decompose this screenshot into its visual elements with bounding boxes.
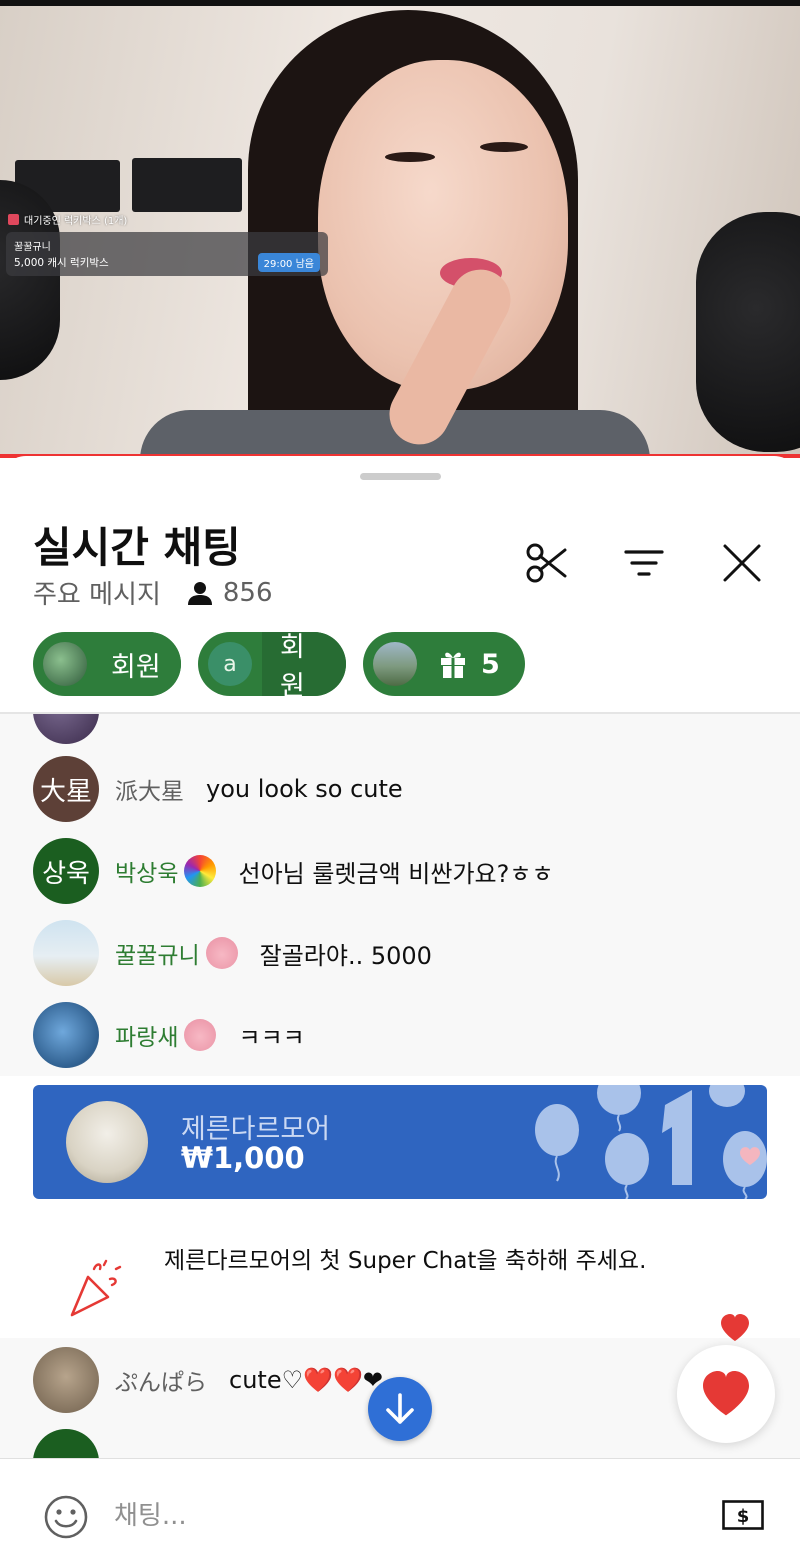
chat-message[interactable]: 파랑새 ㅋㅋㅋ [33, 1002, 305, 1068]
super-chat-amount: ₩1,000 [181, 1141, 305, 1175]
chat-input-bar: $ [0, 1458, 800, 1560]
chat-message[interactable]: 꿀꿀규니 잘골라야.. 5000 [33, 920, 432, 986]
chat-message-partial [33, 1429, 99, 1458]
microphone-left [0, 180, 60, 380]
chat-message-list[interactable]: 大星 派大星 you look so cute 상욱 박상욱 선아님 룰렛금액 … [0, 714, 800, 1076]
lucky-box-timer: 29:00 남음 [257, 253, 320, 272]
chip-avatar: a [208, 642, 252, 686]
chat-avatar: 大星 [33, 756, 99, 822]
scissors-icon [526, 543, 567, 583]
lucky-box-user: 꿀꿀규니 [14, 242, 51, 253]
chat-author: 派大星 [115, 779, 184, 805]
streamer-eye [480, 142, 528, 152]
super-chat-congrats: 제른다르모어의 첫 Super Chat을 축하해 주세요. [0, 1199, 800, 1338]
lucky-box-amount: 5,000 캐시 럭키박스 [14, 257, 109, 269]
chat-mode-selector[interactable]: 주요 메시지 856 [33, 574, 273, 611]
chip-label: 회원 [280, 632, 305, 696]
gift-chip[interactable]: 5 [363, 632, 525, 696]
member-badge-icon [205, 937, 238, 969]
drag-handle[interactable] [360, 473, 441, 480]
chat-mode-label: 주요 메시지 [33, 580, 161, 610]
chat-avatar [33, 1002, 99, 1068]
gift-icon [441, 652, 465, 678]
chip-avatar [43, 642, 87, 686]
chat-author: 박상욱 [115, 861, 179, 887]
lucky-box-card[interactable]: 꿀꿀규니 5,000 캐시 럭키박스 29:00 남음 [6, 232, 328, 276]
emoji-icon[interactable] [44, 1495, 88, 1539]
live-chat-panel: 실시간 채팅 주요 메시지 856 회원 a 회원 5 大星 派大星 you l… [0, 456, 800, 1560]
close-icon [723, 544, 761, 582]
chat-avatar [33, 1347, 99, 1413]
chat-message[interactable]: 상욱 박상욱 선아님 룰렛금액 비싼가요?ㅎㅎ [33, 838, 554, 904]
chat-message[interactable]: ぷんぱら cute♡❤️❤️❤ [33, 1347, 383, 1413]
chat-avatar [33, 1429, 99, 1458]
lucky-box-label: 대기중인 럭키박스 (1개) [8, 212, 127, 227]
viewer-count-value: 856 [222, 577, 273, 608]
video-top-edge [0, 0, 800, 6]
super-chat-avatar [66, 1101, 148, 1183]
chat-author: ぷんぱら [115, 1370, 207, 1396]
filter-icon [624, 550, 664, 576]
chat-avatar: 상욱 [33, 838, 99, 904]
floating-heart-icon [721, 1314, 749, 1341]
person-icon [187, 581, 212, 605]
congrats-text: 제른다르모어의 첫 Super Chat을 축하해 주세요. [164, 1248, 647, 1274]
viewer-count: 856 [187, 578, 273, 608]
membership-chip[interactable]: 회원 [33, 632, 181, 696]
clip-button[interactable] [522, 539, 570, 587]
super-chat-card[interactable]: 제른다르모어 ₩1,000 [33, 1085, 767, 1199]
microphone-right [696, 212, 800, 452]
filter-button[interactable] [620, 539, 668, 587]
chat-text: 선아님 룰렛금액 비싼가요?ㅎㅎ [238, 859, 554, 888]
scroll-to-bottom-button[interactable] [368, 1377, 432, 1441]
membership-chip[interactable]: a 회원 [198, 632, 346, 696]
chat-title: 실시간 채팅 [33, 523, 241, 572]
super-chat-dollar-icon[interactable]: $ [722, 1500, 764, 1530]
chat-message[interactable]: 大星 派大星 you look so cute [33, 756, 403, 822]
chat-avatar [33, 714, 99, 744]
chat-author: 꿀꿀규니 [115, 943, 200, 969]
chat-author: 파랑새 [115, 1025, 179, 1051]
close-button[interactable] [718, 539, 766, 587]
streamer-eye [385, 152, 435, 162]
balloons-decoration-icon [535, 1085, 767, 1199]
chip-label: 회원 [111, 651, 161, 683]
chat-text: you look so cute [206, 775, 403, 803]
chat-input[interactable] [112, 1495, 676, 1537]
chip-avatar [373, 642, 417, 686]
member-badge-icon [184, 855, 217, 887]
heart-icon [703, 1371, 749, 1416]
chat-avatar [33, 920, 99, 986]
svg-text:$: $ [737, 1506, 750, 1527]
gift-count: 5 [481, 648, 500, 680]
arrow-down-icon [386, 1393, 414, 1424]
chat-text: 잘골라야.. 5000 [259, 941, 432, 970]
member-badge-icon [184, 1019, 217, 1051]
chat-text: cute♡❤️❤️❤ [229, 1366, 383, 1394]
reaction-heart-button[interactable] [677, 1345, 775, 1443]
lucky-box-icon [8, 214, 19, 225]
party-popper-icon [70, 1259, 122, 1317]
pinned-chips: 회원 a 회원 5 [33, 632, 525, 696]
video-player[interactable]: 대기중인 럭키박스 (1개) 꿀꿀규니 5,000 캐시 럭키박스 29:00 … [0, 0, 800, 458]
chat-message-partial [33, 714, 99, 744]
chat-text: ㅋㅋㅋ [238, 1023, 305, 1052]
background-monitor [132, 158, 242, 212]
